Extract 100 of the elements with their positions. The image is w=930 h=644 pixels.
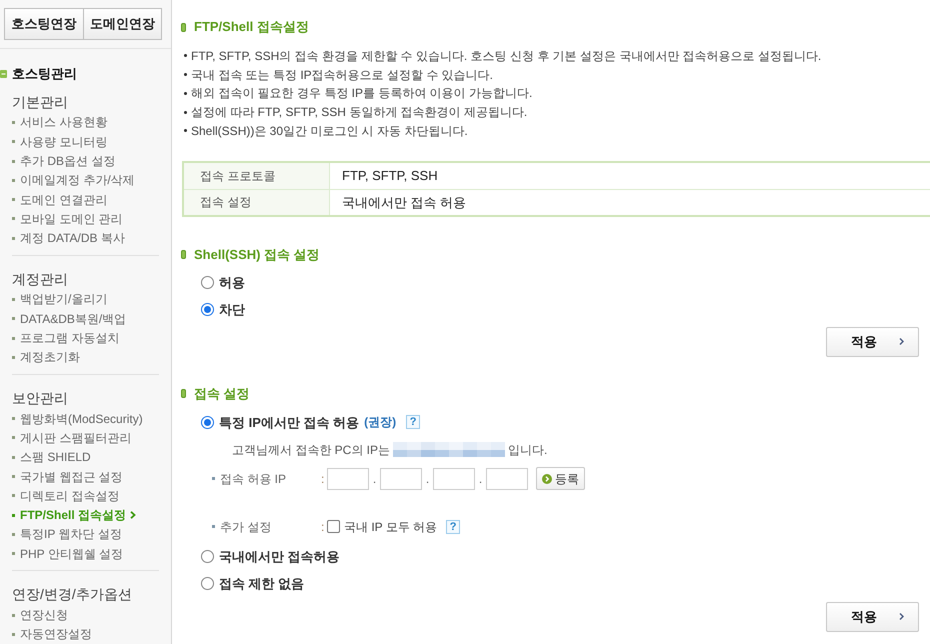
square-bullet-icon: [12, 552, 15, 556]
renewal-button[interactable]: 도메인연장: [84, 8, 162, 40]
radio-button[interactable]: [201, 303, 214, 316]
field-label: 추가 설정: [220, 518, 272, 536]
chevron-right-icon: [899, 338, 904, 346]
sidebar-link[interactable]: 도메인 연결관리: [12, 190, 159, 210]
sidebar-link[interactable]: 계정 DATA/DB 복사: [12, 228, 159, 248]
square-bullet-icon: [12, 614, 15, 617]
square-bullet-icon: [212, 477, 215, 480]
radio-label[interactable]: 특정 IP에서만 접속 허용: [219, 412, 360, 432]
square-bullet-icon: [12, 475, 15, 478]
sidebar-link[interactable]: 게시판 스팸필터관리: [12, 428, 159, 448]
square-bullet-icon: [12, 198, 15, 202]
radio-label[interactable]: 허용: [219, 273, 245, 293]
square-bullet-icon: [12, 236, 15, 240]
sidebar-link[interactable]: 추가 DB옵션 설정: [12, 151, 159, 171]
recommended-tag: (권장): [364, 413, 396, 432]
dot-separator: .: [424, 470, 430, 488]
apply-button[interactable]: 적용: [826, 602, 919, 632]
sidebar-link[interactable]: DATA&DB복원/백업: [12, 309, 159, 328]
section-title: 접속 설정: [194, 386, 250, 402]
chevron-right-icon: [130, 511, 136, 520]
sidebar-link[interactable]: PHP 안티웹쉘 설정: [12, 544, 159, 564]
ip-notice-text: 고객님께서 접속한 PC의 IP는: [232, 442, 390, 459]
sidebar-link[interactable]: 자동연장설정: [12, 624, 159, 644]
title-marker-icon: [181, 389, 186, 398]
square-bullet-icon: [12, 514, 15, 517]
square-bullet-icon: [12, 160, 15, 162]
sidebar-link[interactable]: 모바일 도메인 관리: [12, 209, 159, 229]
collapse-icon[interactable]: [0, 70, 7, 78]
square-bullet-icon: [12, 436, 15, 440]
square-bullet-icon: [12, 217, 15, 220]
checkbox-label[interactable]: 국내 IP 모두 허용: [344, 518, 438, 536]
square-bullet-icon: [12, 494, 15, 498]
note-text: Shell(SSH))은 30일간 미로그인 시 자동 차단됩니다.: [191, 122, 468, 140]
colon-text: :: [321, 518, 326, 536]
square-bullet-icon: [12, 317, 15, 320]
square-bullet-icon: [12, 298, 15, 301]
dot-separator: .: [372, 470, 378, 488]
sidebar-link[interactable]: 이메일계정 추가/삭제: [12, 170, 159, 190]
title-marker-icon: [181, 22, 186, 32]
section-title: Shell(SSH) 접속 설정: [194, 246, 320, 263]
radio-label[interactable]: 국내에서만 접속허용: [219, 547, 340, 567]
square-bullet-icon: [12, 356, 15, 359]
ip-octet-field[interactable]: [433, 468, 475, 490]
radio-button[interactable]: [201, 416, 214, 429]
square-bullet-icon: [12, 336, 15, 340]
ip-octet-field[interactable]: [486, 468, 528, 490]
ip-octet-field[interactable]: [327, 468, 369, 490]
help-button[interactable]: ?: [406, 415, 420, 430]
colon-text: :: [321, 470, 326, 488]
sidebar-link[interactable]: 국가별 웹접근 설정: [12, 466, 159, 486]
sidebar-link[interactable]: 특정IP 웹차단 설정: [12, 524, 159, 544]
table-cell-text: 국내에서만 접속 허용: [341, 194, 468, 212]
sidebar-link[interactable]: FTP/Shell 접속설정: [12, 506, 159, 525]
table-header-cell: 접속 설정: [184, 190, 330, 215]
table-cell-text: FTP, SFTP, SSH: [341, 167, 439, 186]
sidebar-link[interactable]: 백업받기/올리기: [12, 290, 159, 310]
register-button[interactable]: 등록: [536, 467, 585, 490]
title-marker-icon: [181, 250, 186, 260]
table-header-cell: 접속 프로토콜: [184, 162, 330, 189]
arrow-circle-icon: [542, 474, 552, 484]
sidebar-group-title: 연장/변경/추가옵션: [12, 585, 133, 604]
renewal-button[interactable]: 호스팅연장: [4, 8, 84, 40]
ip-octet-field[interactable]: [380, 468, 422, 490]
square-bullet-icon: [12, 120, 15, 124]
note-text: 설정에 따라 FTP, SFTP, SSH 동일하게 접속환경이 제공됩니다.: [191, 104, 528, 122]
sidebar-section-title[interactable]: 호스팅관리: [12, 64, 77, 84]
checkbox[interactable]: [327, 520, 340, 534]
square-bullet-icon: [12, 140, 15, 144]
note-text: 국내 접속 또는 특정 IP접속허용으로 설정할 수 있습니다.: [191, 66, 494, 84]
radio-button[interactable]: [201, 550, 214, 564]
sidebar-link[interactable]: 스팸 SHIELD: [12, 448, 159, 467]
sidebar-link[interactable]: 프로그램 자동설치: [12, 328, 159, 348]
sidebar-link[interactable]: 서비스 사용현황: [12, 112, 159, 132]
square-bullet-icon: [12, 178, 15, 182]
chevron-right-icon: [899, 613, 904, 620]
sidebar-link[interactable]: 디렉토리 접속설정: [12, 486, 159, 506]
radio-label[interactable]: 차단: [219, 300, 245, 320]
apply-button[interactable]: 적용: [826, 326, 919, 357]
sidebar-link[interactable]: 사용량 모니터링: [12, 132, 159, 152]
sidebar-group-title: 기본관리: [12, 92, 69, 112]
square-bullet-icon: [212, 525, 215, 528]
field-label: 접속 허용 IP: [220, 470, 288, 488]
square-bullet-icon: [12, 456, 15, 459]
sidebar-group-title: 계정관리: [12, 270, 69, 289]
radio-button[interactable]: [201, 276, 214, 290]
square-bullet-icon: [12, 632, 15, 636]
sidebar-link[interactable]: 계정초기화: [12, 348, 159, 368]
sidebar-link[interactable]: 웹방화벽(ModSecurity): [12, 409, 159, 428]
radio-label[interactable]: 접속 제한 없음: [219, 574, 304, 594]
square-bullet-icon: [12, 532, 15, 536]
note-text: FTP, SFTP, SSH의 접속 환경을 제한할 수 있습니다. 호스팅 신청 후 기본 설정은 국내에서만 접속허용으로 설정됩니다.: [191, 48, 822, 65]
section-title: FTP/Shell 접속설정: [194, 19, 309, 35]
help-button[interactable]: ?: [446, 520, 460, 534]
radio-button[interactable]: [201, 577, 214, 590]
dot-separator: .: [478, 470, 484, 488]
ip-notice-text: 입니다.: [508, 442, 548, 459]
square-bullet-icon: [12, 417, 15, 420]
sidebar-link[interactable]: 연장신청: [12, 605, 159, 625]
